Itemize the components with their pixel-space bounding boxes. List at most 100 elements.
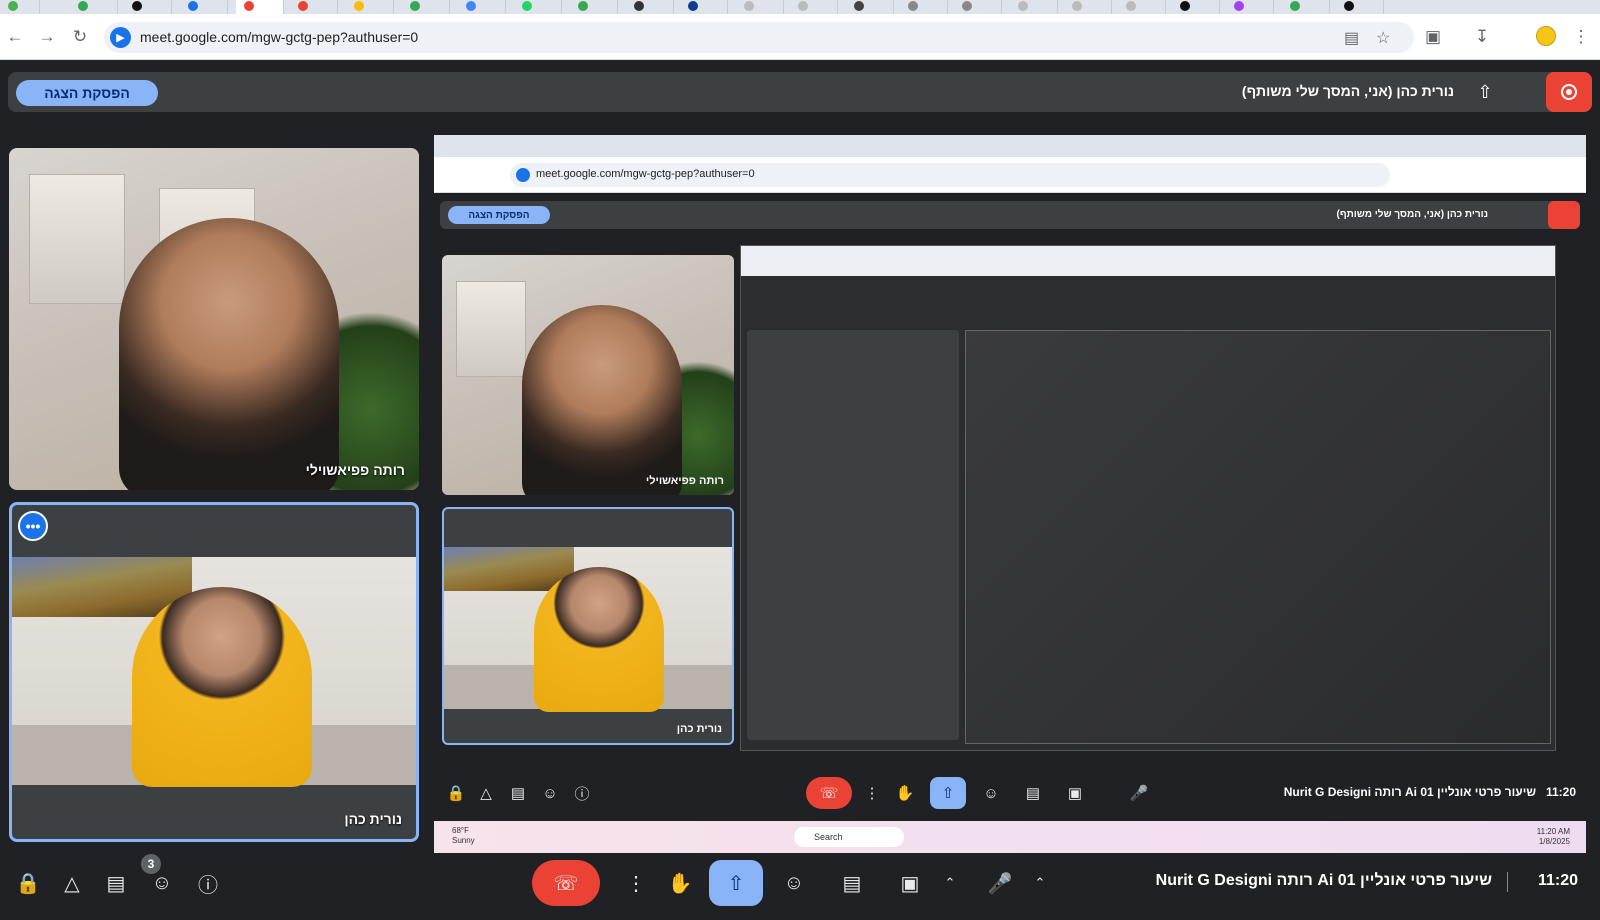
shared-participant-video: [442, 255, 734, 495]
browser-toolbar: ← → ↻ ▶ meet.google.com/mgw-gctg-pep?aut…: [0, 14, 1600, 60]
shared-url-text: meet.google.com/mgw-gctg-pep?authuser=0: [536, 168, 755, 180]
shared-meeting-title: שיעור פרטי אונליין Ai 01 רותה Nurit G De…: [1283, 785, 1536, 799]
emoji-icon[interactable]: ☺: [774, 860, 814, 906]
browser-tab[interactable]: [1010, 0, 1058, 14]
participant-person: [119, 218, 339, 490]
nested-participant-tiles: [747, 330, 959, 740]
participant-video: [12, 557, 416, 787]
present-screen-button[interactable]: ⇧: [709, 860, 763, 906]
browser-tab[interactable]: [1336, 0, 1384, 14]
more-options-icon[interactable]: ⋮: [616, 860, 656, 906]
browser-tab[interactable]: [346, 0, 394, 14]
weather-widget: 68°F Sunny: [452, 826, 475, 846]
participant-name: רותה פפיאשוילי: [305, 462, 405, 478]
windows-taskbar: 68°F Sunny Search 11:20 AM 1/8/2025: [434, 821, 1586, 853]
chat-icon: ▤: [510, 785, 526, 802]
shared-end-call-icon: ☏: [806, 777, 852, 809]
shared-address-bar: meet.google.com/mgw-gctg-pep?authuser=0: [510, 163, 1390, 187]
weather-temp: 68°F: [452, 826, 469, 835]
address-bar[interactable]: ▶ meet.google.com/mgw-gctg-pep?authuser=…: [104, 22, 1414, 53]
browser-tab[interactable]: [1118, 0, 1166, 14]
taskbar-search: Search: [794, 827, 904, 847]
participant-tile-self[interactable]: ••• נורית כהן: [9, 502, 419, 842]
more-options-icon[interactable]: •••: [18, 511, 48, 541]
participant-person: [522, 305, 682, 495]
participant-tile[interactable]: רותה פפיאשוילי: [9, 148, 419, 490]
shared-participant-video: [444, 547, 732, 712]
activities-icon[interactable]: △: [52, 860, 92, 906]
participant-name: נורית כהן: [344, 811, 402, 827]
shared-record-icon: [1548, 201, 1580, 229]
deeper-nested-screen: [965, 330, 1551, 744]
emoji-icon: ☺: [983, 784, 999, 802]
browser-tab[interactable]: [514, 0, 562, 14]
browser-tab[interactable]: [180, 0, 228, 14]
shared-stop-button: הפסקת הצגה: [448, 206, 550, 224]
leave-call-button[interactable]: ☏: [532, 860, 600, 906]
shared-participant-name: נורית כהן: [676, 723, 722, 735]
raise-hand-icon: ✋: [895, 785, 915, 802]
browser-tab[interactable]: [1172, 0, 1220, 14]
present-screen-icon: ⇧: [1477, 81, 1493, 102]
browser-tab-active[interactable]: [236, 0, 284, 14]
shared-participant-tile: רותה פפיאשוילי: [442, 255, 734, 495]
browser-tab[interactable]: [954, 0, 1002, 14]
raise-hand-icon[interactable]: ✋: [660, 860, 700, 906]
captions-icon[interactable]: ▤: [832, 860, 872, 906]
taskbar-time: 11:20 AM: [1536, 827, 1570, 836]
weather-desc: Sunny: [452, 836, 475, 845]
browser-tab[interactable]: [1064, 0, 1112, 14]
stop-presenting-button[interactable]: הפסקת הצגה: [16, 80, 158, 106]
url-text[interactable]: meet.google.com/mgw-gctg-pep?authuser=0: [140, 29, 418, 45]
browser-tab[interactable]: [124, 0, 172, 14]
camera-icon: ▣: [1067, 785, 1083, 802]
browser-tab[interactable]: [900, 0, 948, 14]
presenter-label: נורית כהן (אני, המסך שלי משותף): [1241, 83, 1454, 99]
presenting-bar: הפסקת הצגה נורית כהן (אני, המסך שלי משות…: [8, 72, 1592, 112]
browser-tab[interactable]: [70, 0, 118, 14]
shared-tab-strip: [434, 135, 1586, 157]
browser-tab[interactable]: [0, 0, 40, 14]
back-icon[interactable]: ←: [2, 24, 28, 50]
browser-tab[interactable]: [290, 0, 338, 14]
browser-tab[interactable]: [458, 0, 506, 14]
browser-tab-strip: [0, 0, 1600, 14]
background-poster: [29, 174, 125, 304]
menu-icon[interactable]: ⋮: [1568, 24, 1594, 50]
profile-avatar[interactable]: [1536, 26, 1556, 46]
camera-icon[interactable]: ▣: [890, 860, 930, 906]
star-icon[interactable]: ☆: [1376, 28, 1390, 48]
shared-presenting-bar: הפסקת הצגה נורית כהן (אני, המסך שלי משות…: [440, 201, 1580, 229]
browser-tab[interactable]: [402, 0, 450, 14]
browser-tab[interactable]: [1226, 0, 1274, 14]
lock-icon: 🔒: [446, 785, 466, 802]
browser-tab[interactable]: [1282, 0, 1330, 14]
reload-icon[interactable]: ↻: [67, 24, 93, 50]
browser-tab[interactable]: [736, 0, 784, 14]
shared-controls: 🔒 △ ▤ ☺ ⓘ ☏ ⋮ ✋ ⇧ ☺ ▤ ▣ 🎤 שיעור פרטי אונ…: [434, 763, 1586, 823]
meeting-title: שיעור פרטי אונליין Ai 01 רותה Nurit G De…: [1155, 872, 1492, 889]
chat-icon[interactable]: ▤: [96, 860, 136, 906]
taskbar-clock: 11:20 AM 1/8/2025: [1537, 827, 1570, 847]
download-icon[interactable]: ↧: [1469, 24, 1495, 50]
camera-options-chevron-icon[interactable]: ⌃: [930, 860, 970, 906]
browser-tab[interactable]: [790, 0, 838, 14]
people-count-badge: 3: [141, 854, 161, 874]
translate-icon[interactable]: ▤: [1344, 28, 1359, 48]
browser-tab[interactable]: [570, 0, 618, 14]
background-poster: [456, 281, 526, 377]
browser-tab[interactable]: [846, 0, 894, 14]
browser-tab[interactable]: [680, 0, 728, 14]
host-controls-icon[interactable]: 🔒: [8, 860, 48, 906]
microphone-options-chevron-icon[interactable]: ⌃: [1020, 860, 1060, 906]
info-icon[interactable]: ⓘ: [188, 860, 228, 906]
extensions-icon[interactable]: ▣: [1420, 24, 1446, 50]
participant-person: [132, 587, 312, 787]
participant-video: [9, 148, 419, 490]
forward-icon[interactable]: →: [34, 24, 60, 50]
microphone-icon[interactable]: 🎤: [980, 860, 1020, 906]
shared-presenter-label: נורית כהן (אני, המסך שלי משותף): [1336, 209, 1488, 220]
recording-button[interactable]: [1546, 72, 1592, 112]
browser-tab[interactable]: [626, 0, 674, 14]
shared-meeting-time: 11:20: [1545, 785, 1576, 799]
